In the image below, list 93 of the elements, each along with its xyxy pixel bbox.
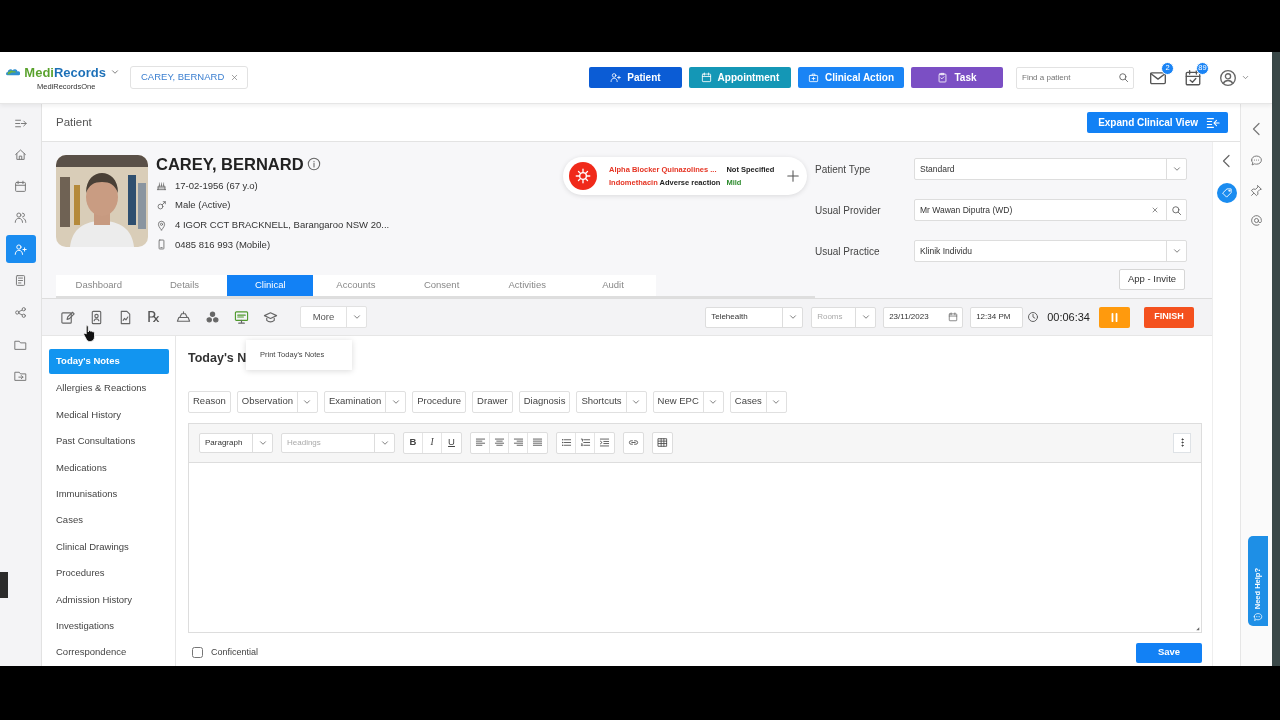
user-icon [1219,68,1237,87]
section-title: Today's N [188,350,247,366]
nav-item[interactable]: Medications [49,454,169,481]
medical-kit-icon [807,72,819,83]
nav-item[interactable]: Medical History [49,401,169,429]
calendar-icon [700,72,712,83]
field-label: Patient Type [815,162,872,177]
note-button[interactable]: Procedure [413,391,466,412]
nav-item[interactable]: Procedures [49,560,169,587]
timer: 00:06:34 [1047,309,1090,325]
note-button[interactable]: Diagnosis [519,391,570,412]
chat-icon[interactable] [1250,154,1263,167]
note-button[interactable]: Drawer [473,391,512,412]
gender-icon [156,200,167,212]
patient-detail: Male (Active) [175,198,231,213]
date-field[interactable]: 23/11/2023 [883,306,964,328]
clipboard-check-icon [937,72,949,83]
patient-button[interactable]: Patient [588,67,682,88]
field-label: Usual Practice [815,244,881,259]
italic-button[interactable]: I [423,432,442,453]
task-button[interactable]: Task [911,67,1003,88]
patient-name: CAREY, BERNARD [156,153,304,175]
info-icon[interactable] [306,157,321,171]
nav-item[interactable]: Admission History [49,586,169,613]
location-pin-icon [156,219,167,231]
nav-item[interactable]: Correspondence [49,639,169,666]
tab[interactable]: Activities [484,275,571,296]
patient-detail: 4 IGOR CCT BRACKNELL, Barangaroo NSW 20... [175,218,390,233]
allergy-icon [569,162,597,190]
caret-icon [787,312,798,322]
close-icon[interactable] [230,73,240,82]
note-editor[interactable]: Paragraph Headings B I U [188,422,1202,633]
three-circles-icon[interactable] [203,308,221,326]
phone-icon [156,239,167,251]
app-invite-button[interactable]: App - Invite [1119,269,1186,290]
confidential-checkbox[interactable] [192,647,203,658]
time-field[interactable]: 12:34 PM [970,306,1024,328]
field-label: Usual Provider [815,203,882,218]
nav-item[interactable]: Immunisations [49,480,169,508]
save-button[interactable]: Save [1136,642,1202,663]
tab[interactable]: Consent [398,275,485,296]
search-icon[interactable] [1171,204,1182,216]
clinical-action-button[interactable]: Clinical Action [797,67,904,88]
caret-icon [1241,73,1250,82]
bold-button[interactable]: B [404,432,423,453]
patient-detail: 17-02-1956 (67 y.o) [175,178,258,193]
nav-item[interactable]: Cases [49,507,169,534]
format-select[interactable]: Paragraph [199,432,273,453]
tab[interactable]: Accounts [313,275,399,296]
search-field[interactable]: Mr Wawan Diputra (WD) [914,199,1187,221]
tag-icon[interactable] [1216,183,1237,203]
note-button[interactable]: Reason [189,391,230,412]
prescription-button[interactable]: ℞ [145,308,163,326]
search-field[interactable]: Find a patient [1016,66,1134,89]
caret-icon[interactable] [1171,246,1182,256]
more-options-icon[interactable] [1173,432,1191,453]
search-icon[interactable] [1118,71,1129,83]
at-sign-icon[interactable] [1250,214,1263,227]
pause-button[interactable] [1099,306,1130,328]
add-icon[interactable] [786,169,801,183]
expand-clinical-view-button[interactable]: Expand Clinical View [1087,112,1228,133]
nav-item[interactable]: Allergies & Reactions [49,375,169,402]
monitor-icon[interactable] [232,308,250,326]
select-field[interactable]: Klinik Individu [914,240,1187,262]
select-field[interactable]: Standard [914,158,1187,180]
tab[interactable]: Dashboard [56,275,142,296]
expand-icon [1206,115,1220,130]
caret-icon[interactable] [1171,164,1182,174]
scrollbar[interactable] [1272,52,1280,666]
nav-item[interactable]: Past Consultations [49,428,169,455]
cake-icon [156,180,167,192]
calendar-check-icon[interactable] [1184,68,1202,87]
checkbox-label: Conficential [211,645,259,659]
tab[interactable]: Clinical [227,275,314,296]
tab[interactable]: Details [141,275,228,296]
patient-chip-label: CAREY, BERNARD [141,70,225,85]
page-title: Patient [56,114,92,130]
user-menu[interactable] [1219,68,1250,87]
patient-chip[interactable]: CAREY, BERNARD [130,66,249,89]
caret-icon [860,312,871,322]
nav-item[interactable]: Investigations [49,612,169,640]
pin-icon[interactable] [1250,184,1263,197]
mode-select[interactable]: Telehealth [705,306,804,328]
tab[interactable]: Audit [570,275,656,296]
clock-icon [1027,311,1040,323]
person-plus-icon[interactable] [5,235,36,264]
side-handle[interactable] [0,572,8,598]
chat-icon [1253,612,1263,622]
nav-item[interactable]: Clinical Drawings [49,533,169,561]
person-plus-icon [610,72,622,83]
calendar-icon [948,312,959,322]
patient-detail: 0485 816 993 (Mobile) [175,237,271,252]
underline-button[interactable]: U [442,432,461,453]
